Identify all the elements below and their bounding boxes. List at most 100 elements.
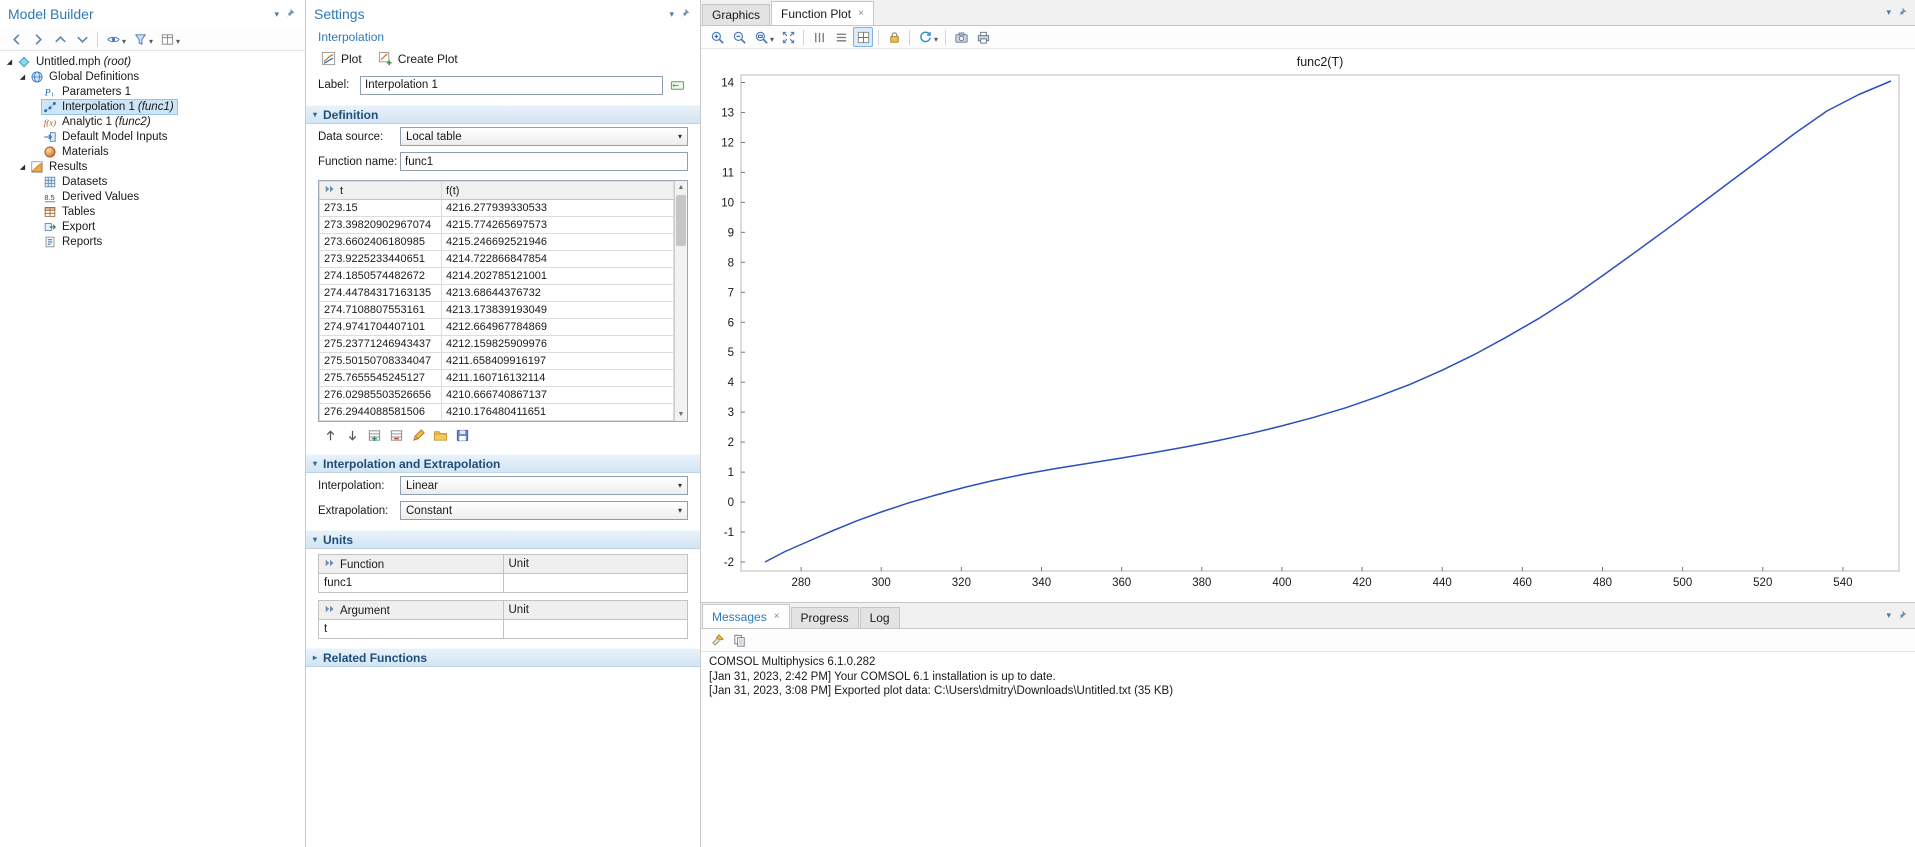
tree-item-results[interactable]: ◢Results	[0, 159, 305, 174]
interpolation-select[interactable]: Linear ▾	[400, 476, 688, 495]
cell-ft[interactable]: 4211.658409916197	[442, 353, 674, 370]
graphics-menu-icon[interactable]: ▾	[1886, 7, 1891, 18]
zoom-box-icon-dropdown[interactable]: ▾	[770, 35, 774, 44]
grid-lines-icon[interactable]	[831, 27, 851, 47]
cell-ft[interactable]: 4215.774265697573	[442, 217, 674, 234]
column-header-t[interactable]: t	[320, 182, 442, 200]
section-related-functions[interactable]: ▸ Related Functions	[306, 648, 700, 667]
copy-icon[interactable]	[729, 630, 749, 650]
settings-menu-icon[interactable]: ▾	[669, 9, 674, 20]
nav-up-icon[interactable]	[50, 29, 70, 49]
zoom-in-icon[interactable]	[707, 27, 727, 47]
function-name-input[interactable]	[400, 152, 688, 171]
pin-icon[interactable]	[678, 7, 692, 21]
cell-ft[interactable]: 4216.277939330533	[442, 200, 674, 217]
cell-ft[interactable]: 4214.202785121001	[442, 268, 674, 285]
columns-icon-dropdown[interactable]: ▾	[176, 37, 180, 46]
lock-axes-icon[interactable]	[884, 27, 904, 47]
cell-t[interactable]: 274.1850574482672	[320, 268, 442, 285]
table-row[interactable]: 273.154216.277939330533	[320, 200, 674, 217]
print-icon[interactable]	[973, 27, 993, 47]
refresh-plot-icon-dropdown[interactable]: ▾	[934, 35, 938, 44]
columns-icon[interactable]	[157, 29, 177, 49]
tree-item-derived-values[interactable]: 8.5Derived Values	[0, 189, 305, 204]
expand-toggle-icon[interactable]: ◢	[17, 163, 28, 171]
table-row[interactable]: 275.76555452451274211.160716132114	[320, 370, 674, 387]
clear-table-icon[interactable]	[408, 426, 428, 446]
show-hide-icon-dropdown[interactable]: ▾	[122, 37, 126, 46]
tree-item-export[interactable]: Export	[0, 219, 305, 234]
show-axes-icon[interactable]	[853, 27, 873, 47]
y-axis-data-icon[interactable]	[809, 27, 829, 47]
create-plot-button[interactable]: Create Plot	[371, 48, 465, 69]
table-row[interactable]: 273.66024061809854215.246692521946	[320, 234, 674, 251]
tree-item-global-definitions[interactable]: ◢Global Definitions	[0, 69, 305, 84]
table-row[interactable]: 273.92252334406514214.722866847854	[320, 251, 674, 268]
table-row[interactable]: 276.29440885815064210.176480411651	[320, 404, 674, 421]
tab-progress[interactable]: Progress	[791, 607, 859, 628]
table-row[interactable]: 274.447843171631354213.68644376732	[320, 285, 674, 302]
tree-item-tables[interactable]: Tables	[0, 204, 305, 219]
label-input[interactable]	[360, 76, 663, 95]
tree-item-untitled-mph[interactable]: ◢Untitled.mph(root)	[0, 54, 305, 69]
section-interpolation-extrapolation[interactable]: ▾ Interpolation and Extrapolation	[306, 454, 700, 473]
table-row[interactable]: 274.71088075531614213.173839193049	[320, 302, 674, 319]
cell-ft[interactable]: 4213.173839193049	[442, 302, 674, 319]
expand-toggle-icon[interactable]: ◢	[17, 73, 28, 81]
cell-t[interactable]: 275.7655545245127	[320, 370, 442, 387]
tab-graphics[interactable]: Graphics	[702, 4, 770, 25]
table-row[interactable]: 275.501507083340474211.658409916197	[320, 353, 674, 370]
section-units[interactable]: ▾ Units	[306, 530, 700, 549]
unit-value-cell[interactable]	[503, 574, 688, 593]
table-row[interactable]: 273.398209029670744215.774265697573	[320, 217, 674, 234]
cell-t[interactable]: 273.6602406180985	[320, 234, 442, 251]
cell-t[interactable]: 274.7108807553161	[320, 302, 442, 319]
tree-filter-icon[interactable]	[130, 29, 150, 49]
table-scrollbar[interactable]: ▲ ▼	[674, 181, 687, 421]
tree-item-analytic-1[interactable]: f(x)Analytic 1(func2)	[0, 114, 305, 129]
unit-name-cell[interactable]: func1	[319, 574, 504, 593]
cell-t[interactable]: 274.44784317163135	[320, 285, 442, 302]
cell-t[interactable]: 273.15	[320, 200, 442, 217]
cell-ft[interactable]: 4215.246692521946	[442, 234, 674, 251]
cell-ft[interactable]: 4212.664967784869	[442, 319, 674, 336]
cell-ft[interactable]: 4213.68644376732	[442, 285, 674, 302]
messages-menu-icon[interactable]: ▾	[1886, 610, 1891, 621]
nav-down-icon[interactable]	[72, 29, 92, 49]
tree-item-materials[interactable]: Materials	[0, 144, 305, 159]
cell-ft[interactable]: 4214.722866847854	[442, 251, 674, 268]
cell-t[interactable]: 273.9225233440651	[320, 251, 442, 268]
zoom-extents-icon[interactable]	[778, 27, 798, 47]
cell-t[interactable]: 275.50150708334047	[320, 353, 442, 370]
cell-ft[interactable]: 4210.666740867137	[442, 387, 674, 404]
section-definition[interactable]: ▾ Definition	[306, 105, 700, 124]
cell-ft[interactable]: 4210.176480411651	[442, 404, 674, 421]
tree-item-parameters-1[interactable]: PiParameters 1	[0, 84, 305, 99]
table-row[interactable]: 274.97417044071014212.664967784869	[320, 319, 674, 336]
expand-toggle-icon[interactable]: ◢	[4, 58, 15, 66]
delete-row-icon[interactable]	[386, 426, 406, 446]
nav-right-icon[interactable]	[28, 29, 48, 49]
refresh-plot-icon[interactable]	[915, 27, 935, 47]
rename-icon[interactable]	[667, 75, 687, 95]
tab-messages[interactable]: Messages×	[702, 604, 790, 628]
table-row[interactable]: 276.029855035266564210.666740867137	[320, 387, 674, 404]
tab-log[interactable]: Log	[860, 607, 900, 628]
plot-button[interactable]: Plot	[314, 48, 369, 69]
zoom-box-icon[interactable]	[751, 27, 771, 47]
scrollbar-thumb[interactable]	[676, 195, 686, 246]
plot-area[interactable]: func2(T)28030032034036038040042044046048…	[701, 49, 1915, 602]
load-file-icon[interactable]	[430, 426, 450, 446]
move-up-icon[interactable]	[320, 426, 340, 446]
pin-icon[interactable]	[1895, 609, 1909, 623]
tree-item-reports[interactable]: Reports	[0, 234, 305, 249]
snapshot-icon[interactable]	[951, 27, 971, 47]
extrapolation-select[interactable]: Constant ▾	[400, 501, 688, 520]
tree-item-default-model-inputs[interactable]: Default Model Inputs	[0, 129, 305, 144]
save-file-icon[interactable]	[452, 426, 472, 446]
model-builder-menu-icon[interactable]: ▾	[274, 9, 279, 20]
cell-t[interactable]: 274.9741704407101	[320, 319, 442, 336]
cell-t[interactable]: 276.02985503526656	[320, 387, 442, 404]
tree-item-interpolation-1[interactable]: Interpolation 1(func1)	[0, 99, 305, 114]
insert-row-icon[interactable]	[364, 426, 384, 446]
